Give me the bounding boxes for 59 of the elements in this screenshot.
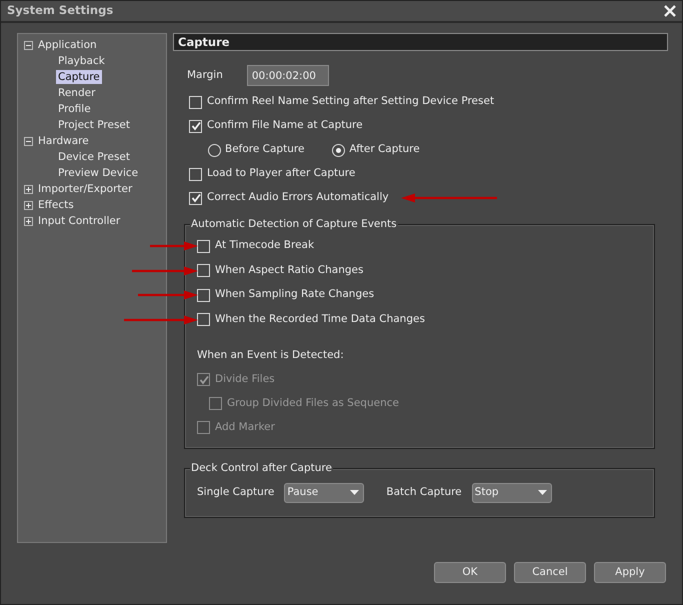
tree-item[interactable]: Profile [56, 102, 93, 116]
field-label: Single Capture [197, 484, 274, 500]
selected-radio-button[interactable] [332, 144, 346, 156]
expand-icon[interactable] [24, 184, 33, 194]
tree-item[interactable]: Playback [56, 54, 107, 68]
radio-button[interactable] [208, 144, 221, 156]
dropdown[interactable]: Pause [284, 482, 364, 503]
checkbox-label: Group Divided Files as Sequence [227, 396, 399, 411]
checkbox[interactable] [197, 240, 210, 253]
checkbox-label: When the Recorded Time Data Changes [215, 312, 425, 327]
checkbox-label: Confirm Reel Name Setting after Setting Device Preset [207, 94, 494, 110]
expand-icon[interactable] [24, 200, 33, 210]
field-label: Margin [187, 68, 223, 83]
checkbox[interactable] [197, 313, 210, 326]
group-title: Deck Control after Capture [190, 460, 333, 476]
caret-icon [350, 490, 360, 496]
dialog-button[interactable]: OK [434, 562, 506, 583]
annotation-arrow [150, 242, 198, 251]
margin-field[interactable]: 00:00:02:00 [246, 65, 329, 86]
checkbox-label: At Timecode Break [215, 238, 314, 254]
section-header: Capture [173, 33, 668, 51]
tree-item[interactable]: Preview Device [56, 166, 140, 180]
checkbox-label: Correct Audio Errors Automatically [207, 190, 389, 206]
tree-item[interactable]: Effects [36, 198, 76, 212]
radio-label: Before Capture [225, 142, 304, 158]
field-label: Batch Capture [386, 484, 462, 500]
checkbox[interactable] [189, 96, 202, 108]
dialog-button[interactable]: Cancel [514, 562, 586, 583]
checkbox-label: When Aspect Ratio Changes [215, 262, 364, 278]
checkbox-label: Confirm File Name at Capture [207, 118, 363, 134]
checkbox-label: Add Marker [215, 420, 275, 435]
caret-icon [538, 490, 547, 496]
tree-item[interactable]: Importer/Exporter [36, 182, 134, 196]
collapse-icon[interactable] [24, 40, 33, 50]
close-icon[interactable] [664, 5, 676, 17]
checkbox-label: Divide Files [215, 372, 275, 387]
dialog-button[interactable]: Apply [594, 562, 666, 583]
annotation-arrow [132, 266, 198, 276]
annotation-arrow [138, 290, 198, 300]
tree-item[interactable]: Input Controller [36, 214, 122, 228]
checkbox[interactable] [189, 168, 202, 180]
window-title: System Settings [7, 2, 114, 20]
checked-checkbox[interactable] [189, 192, 202, 204]
checkbox[interactable] [197, 264, 210, 278]
tree-item[interactable]: Device Preset [56, 150, 132, 164]
collapse-icon[interactable] [24, 136, 33, 146]
tree-item[interactable]: Render [56, 86, 98, 100]
expand-icon[interactable] [24, 216, 33, 226]
radio-label: After Capture [349, 142, 420, 158]
checkbox[interactable] [197, 288, 210, 302]
checkbox-label: When Sampling Rate Changes [215, 287, 374, 302]
dropdown[interactable]: Stop [472, 482, 552, 503]
tree-item[interactable]: Application [36, 38, 99, 52]
checkbox-label: Load to Player after Capture [207, 166, 356, 182]
checked-checkbox[interactable] [189, 120, 202, 132]
group-subtitle: When an Event is Detected: [197, 348, 345, 363]
tree-item[interactable]: Capture [56, 70, 102, 84]
tree-item[interactable]: Hardware [36, 134, 91, 148]
tree-item[interactable]: Project Preset [56, 118, 132, 132]
